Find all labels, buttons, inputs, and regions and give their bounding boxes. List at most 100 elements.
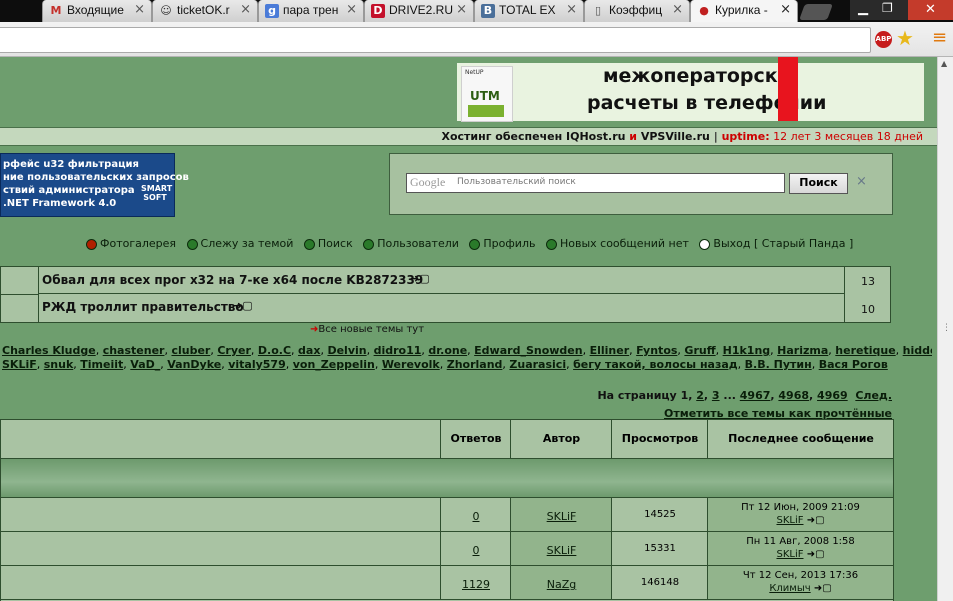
tab-total[interactable]: B TOTAL EX × — [474, 0, 584, 22]
user-link[interactable]: dax — [298, 344, 320, 357]
maximize-icon[interactable]: ❐ — [882, 1, 893, 15]
nav-watched[interactable]: Слежу за темой — [186, 237, 293, 250]
user-link[interactable]: VanDyke — [167, 358, 221, 371]
tab-gmail[interactable]: M Входящие × — [42, 0, 152, 22]
tab-ticketok[interactable]: ☺ ticketOK.r × — [152, 0, 258, 22]
page-link[interactable]: 3 — [712, 389, 720, 402]
close-icon[interactable]: × — [456, 2, 467, 17]
user-link[interactable]: Delvin — [327, 344, 366, 357]
nav-gallery[interactable]: Фотогалерея — [86, 237, 176, 250]
last-post-user[interactable]: SKLiF — [776, 515, 803, 526]
search-input[interactable]: Google Пользовательский поиск — [406, 173, 785, 193]
close-icon[interactable]: × — [346, 2, 357, 17]
uptime-value: 12 лет 3 месяцев 18 дней — [769, 130, 923, 143]
user-link[interactable]: бегу такой, волосы назад — [573, 358, 738, 371]
page-link[interactable]: 4967 — [740, 389, 771, 402]
user-link[interactable]: VaD_ — [130, 358, 160, 371]
tab-drive2[interactable]: D DRIVE2.RU × — [364, 0, 474, 22]
scroll-up-icon[interactable]: ▲ — [941, 59, 947, 68]
table-row[interactable]: 0 SKLiF 14525 Пт 12 Июн, 2009 21:09 SKLi… — [1, 498, 893, 532]
user-link[interactable]: Werevolk — [382, 358, 440, 371]
new-tab-button[interactable] — [799, 4, 833, 20]
close-icon[interactable]: × — [240, 2, 251, 17]
user-link[interactable]: Zuarasici — [509, 358, 566, 371]
user-link[interactable]: von_Zeppelin — [293, 358, 375, 371]
replies-link[interactable]: 1129 — [462, 578, 490, 591]
author-link[interactable]: NaZg — [547, 578, 577, 591]
user-link[interactable]: SKLiF — [2, 358, 37, 371]
tab-koeff[interactable]: ▯ Коэффиц × — [584, 0, 690, 22]
user-link[interactable]: Cryer — [217, 344, 251, 357]
all-new-topics-link[interactable]: ➜Все новые темы тут — [310, 324, 424, 335]
user-link[interactable]: chastener — [103, 344, 165, 357]
next-page-link[interactable]: След. — [855, 389, 892, 402]
last-post-user[interactable]: Климыч — [769, 583, 810, 594]
nav-profile[interactable]: Профиль — [469, 237, 535, 250]
bookmark-star-icon[interactable]: ★ — [896, 26, 914, 50]
nav-search[interactable]: Поиск — [303, 237, 353, 250]
hot-topic-title[interactable]: РЖД троллит правительство — [42, 300, 244, 314]
separator: , — [582, 344, 590, 357]
goto-post-icon[interactable]: ➜▢ — [814, 583, 832, 594]
page-link[interactable]: 4969 — [817, 389, 848, 402]
table-row[interactable]: 1129 NaZg 146148 Чт 12 Сен, 2013 17:36 К… — [1, 566, 893, 600]
user-link[interactable]: Fyntos — [636, 344, 677, 357]
user-link[interactable]: Вася Рогов — [819, 358, 888, 371]
user-link[interactable]: Edward_Snowden — [474, 344, 582, 357]
tab-google[interactable]: g пара трен × — [258, 0, 364, 22]
vertical-scrollbar[interactable]: ▲ ⋮ — [937, 57, 953, 601]
goto-post-icon[interactable]: ➜▢ — [807, 549, 825, 560]
user-link[interactable]: dr.one — [428, 344, 467, 357]
window-close-icon[interactable]: ✕ — [908, 0, 953, 20]
hot-topic-row[interactable]: Обвал для всех прог х32 на 7-ке х64 посл… — [38, 267, 845, 294]
user-link[interactable]: Harizma — [777, 344, 828, 357]
user-link[interactable]: D.o.C — [258, 344, 291, 357]
close-icon[interactable]: × — [672, 2, 683, 17]
vpsville-link[interactable]: VPSVille.ru — [641, 130, 710, 143]
search-button[interactable]: Поиск — [789, 173, 848, 194]
replies-link[interactable]: 0 — [473, 510, 480, 523]
nav-new-messages[interactable]: Новых сообщений нет — [545, 237, 689, 250]
user-link[interactable]: H1k1ng — [723, 344, 771, 357]
table-row[interactable]: 0 SKLiF 15331 Пн 11 Авг, 2008 1:58 SKLiF… — [1, 532, 893, 566]
user-link[interactable]: heretique — [835, 344, 895, 357]
user-link[interactable]: В.В. Путин — [745, 358, 812, 371]
author-link[interactable]: SKLiF — [547, 510, 577, 523]
user-link[interactable]: Timeiit — [80, 358, 123, 371]
smartsoft-ad[interactable]: рфейс u32 фильтрация ние пользовательски… — [0, 153, 189, 217]
user-link[interactable]: snuk — [44, 358, 74, 371]
scroll-thumb[interactable]: ⋮ — [942, 323, 951, 333]
goto-post-icon[interactable]: ➜▢ — [410, 272, 430, 285]
minimize-icon[interactable]: ▁ — [858, 1, 868, 16]
hot-topics-table: Обвал для всех прог х32 на 7-ке х64 посл… — [0, 266, 891, 323]
iqhost-link[interactable]: IQHost.ru — [566, 130, 625, 143]
close-icon[interactable]: × — [134, 2, 145, 17]
nav-users[interactable]: Пользователи — [363, 237, 459, 250]
banner-ad[interactable]: NetUP UTM межоператорск расчеты в телефо… — [457, 63, 924, 122]
close-icon[interactable]: × — [780, 2, 791, 17]
nav-logout[interactable]: Выход [ Старый Панда ] — [699, 237, 853, 250]
user-link[interactable]: hidden — [903, 344, 932, 357]
author-link[interactable]: SKLiF — [547, 544, 577, 557]
page-link[interactable]: 4968 — [778, 389, 809, 402]
hot-topic-row[interactable]: РЖД троллит правительство ➜▢ — [38, 294, 845, 322]
clear-search-icon[interactable]: × — [856, 174, 867, 189]
user-link[interactable]: cluber — [171, 344, 210, 357]
page-link[interactable]: 2 — [696, 389, 704, 402]
tab-kurilka[interactable]: ● Курилка - × — [690, 0, 798, 22]
menu-icon[interactable]: ≡ — [932, 27, 947, 48]
user-link[interactable]: didro11 — [374, 344, 422, 357]
hot-topic-title[interactable]: Обвал для всех прог х32 на 7-ке х64 посл… — [42, 273, 423, 287]
user-link[interactable]: Gruff — [684, 344, 715, 357]
user-link[interactable]: vitaly579 — [228, 358, 286, 371]
user-link[interactable]: Zhorland — [447, 358, 503, 371]
user-link[interactable]: Charles Kludge — [2, 344, 96, 357]
user-link[interactable]: Elliner — [590, 344, 630, 357]
close-icon[interactable]: × — [566, 2, 577, 17]
last-post-user[interactable]: SKLiF — [776, 549, 803, 560]
adblock-icon[interactable]: ABP — [875, 31, 892, 48]
address-bar[interactable]: ABP — [0, 27, 892, 53]
goto-post-icon[interactable]: ➜▢ — [807, 515, 825, 526]
replies-link[interactable]: 0 — [473, 544, 480, 557]
goto-post-icon[interactable]: ➜▢ — [233, 299, 253, 312]
